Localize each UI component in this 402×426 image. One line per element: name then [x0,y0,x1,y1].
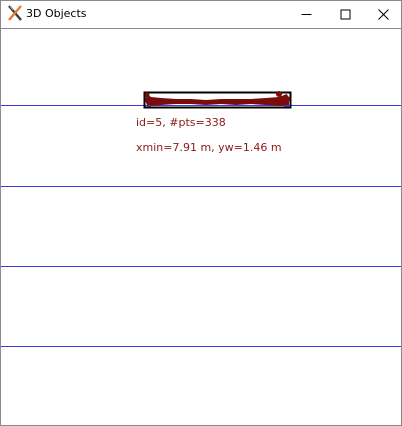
object-id-label: id=5, #pts=338 [136,116,226,129]
close-icon [378,9,389,20]
app-window: 3D Objects id=5, #pts=338 xmin=7.91 m, y… [0,0,402,426]
object-point-cloud [145,94,289,106]
minimize-icon [301,14,312,15]
object-dims-label: xmin=7.91 m, yw=1.46 m [136,141,282,154]
maximize-button[interactable] [329,1,362,28]
app-x-icon [8,5,22,21]
object-endpoint-right [276,91,282,97]
object-endpoint-right-outer [285,96,291,102]
object-endpoint-left [144,92,150,98]
minimize-button[interactable] [290,1,323,28]
close-button[interactable] [367,1,400,28]
scene-canvas[interactable]: id=5, #pts=338 xmin=7.91 m, yw=1.46 m [1,29,401,425]
scene-view: id=5, #pts=338 xmin=7.91 m, yw=1.46 m [1,91,401,347]
title-bar[interactable]: 3D Objects [1,1,401,28]
window-title: 3D Objects [26,7,87,20]
maximize-icon [340,9,351,20]
